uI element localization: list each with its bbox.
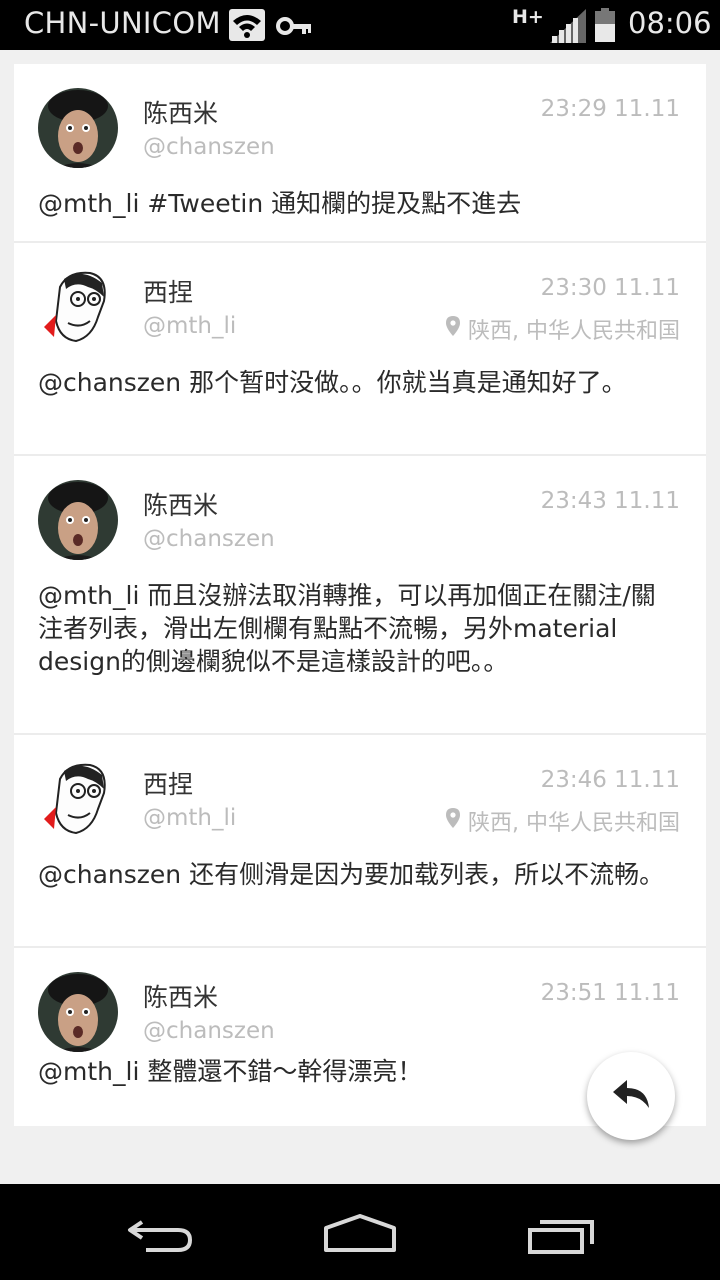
tweet-time: 23:51 11.11: [540, 980, 680, 1006]
network-type: H+: [512, 6, 544, 28]
tweet-card[interactable]: 陈西米 @chanszen 23:29 11.11 @mth_li #Tweet…: [14, 64, 706, 243]
user-avatar[interactable]: [38, 759, 118, 839]
tweet-text: @mth_li 而且沒辦法取消轉推，可以再加個正在關注/關注者列表，滑出左側欄有…: [38, 581, 656, 676]
user-handle: @mth_li: [143, 805, 237, 831]
signal-icon: [550, 9, 586, 47]
tweet-location: 陕西, 中华人民共和国: [446, 313, 680, 345]
tweet-text: @mth_li 整體還不錯～幹得漂亮！: [38, 1057, 423, 1086]
user-name[interactable]: 西捏: [143, 273, 193, 309]
user-name[interactable]: 西捏: [143, 765, 193, 801]
user-avatar[interactable]: [38, 267, 118, 347]
location-pin-icon: [446, 316, 460, 342]
tweet-text: @mth_li #Tweetin 通知欄的提及點不進去: [38, 189, 522, 218]
reply-button[interactable]: [587, 1052, 675, 1140]
user-handle: @chanszen: [143, 1018, 275, 1044]
location-text: 陕西, 中华人民共和国: [468, 811, 680, 836]
reply-icon: [611, 1078, 651, 1114]
user-handle: @mth_li: [143, 313, 237, 339]
tweet-time: 23:46 11.11: [540, 767, 680, 793]
home-icon[interactable]: [322, 1214, 398, 1258]
tweet-time: 23:30 11.11: [540, 275, 680, 301]
tweet-text: @chanszen 还有侧滑是因为要加载列表，所以不流畅。: [38, 860, 665, 889]
user-handle: @chanszen: [143, 134, 275, 160]
location-pin-icon: [446, 808, 460, 834]
user-name[interactable]: 陈西米: [143, 94, 218, 130]
user-name[interactable]: 陈西米: [143, 978, 218, 1014]
wifi-icon: [228, 8, 266, 46]
tweet-text: @chanszen 那个暂时没做。。你就当真是通知好了。: [38, 368, 627, 397]
tweet-time: 23:43 11.11: [540, 488, 680, 514]
recents-icon[interactable]: [526, 1214, 598, 1258]
navigation-bar: [0, 1184, 720, 1280]
user-handle: @chanszen: [143, 526, 275, 552]
tweet-time: 23:29 11.11: [540, 96, 680, 122]
user-avatar[interactable]: [38, 972, 118, 1052]
battery-icon: [594, 8, 616, 46]
user-avatar[interactable]: [38, 480, 118, 560]
back-icon[interactable]: [126, 1218, 194, 1258]
user-avatar[interactable]: [38, 88, 118, 168]
carrier-name: CHN-UNICOM: [24, 6, 221, 40]
tweet-list[interactable]: 陈西米 @chanszen 23:29 11.11 @mth_li #Tweet…: [14, 64, 706, 1126]
location-text: 陕西, 中华人民共和国: [468, 319, 680, 344]
tweet-card[interactable]: 西捏 @mth_li 23:46 11.11 陕西, 中华人民共和国 @chan…: [14, 735, 706, 948]
tweet-card[interactable]: 西捏 @mth_li 23:30 11.11 陕西, 中华人民共和国 @chan…: [14, 243, 706, 456]
tweet-card[interactable]: 陈西米 @chanszen 23:43 11.11 @mth_li 而且沒辦法取…: [14, 456, 706, 735]
user-name[interactable]: 陈西米: [143, 486, 218, 522]
clock: 08:06: [628, 6, 712, 40]
key-icon: [276, 15, 314, 41]
status-bar: CHN-UNICOM H+ 08:06: [0, 0, 720, 50]
tweet-location: 陕西, 中华人民共和国: [446, 805, 680, 837]
